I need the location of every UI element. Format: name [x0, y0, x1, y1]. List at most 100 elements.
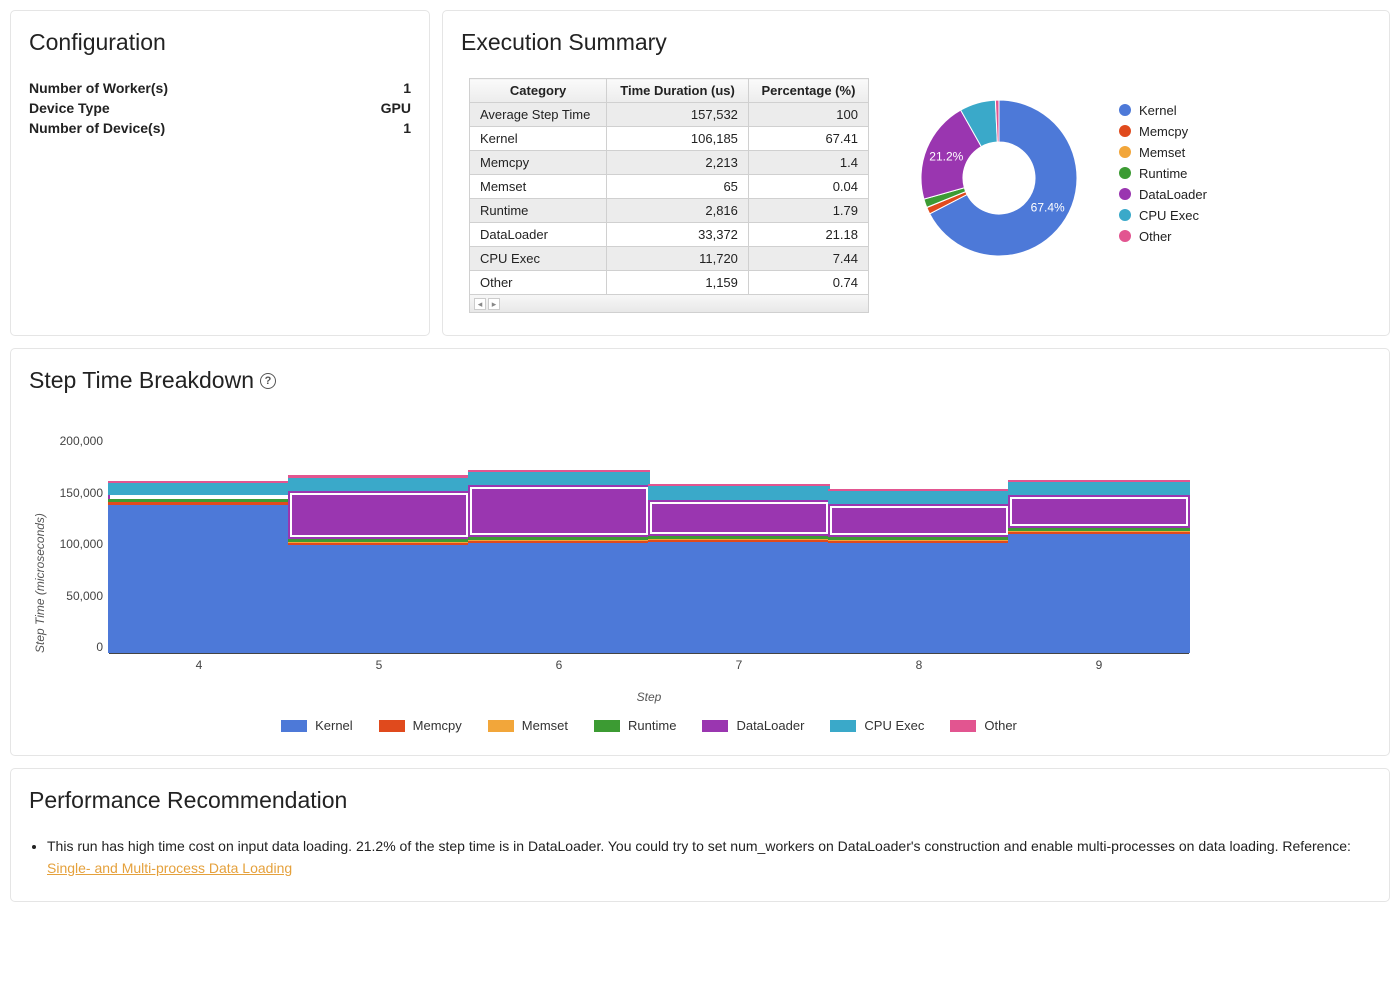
legend-swatch [1119, 188, 1131, 200]
bar-segment-cpu-exec[interactable] [648, 486, 830, 499]
pager-prev-icon[interactable]: ◂ [474, 298, 486, 310]
legend-swatch [1119, 209, 1131, 221]
legend-label: Runtime [1139, 166, 1187, 181]
step-breakdown-title: Step Time Breakdown ? [29, 367, 1371, 394]
step-breakdown-card: Step Time Breakdown ? Step Time (microse… [10, 348, 1390, 756]
legend-label: Memcpy [1139, 124, 1188, 139]
config-row: Number of Device(s) 1 [29, 118, 411, 138]
recommendation-link[interactable]: Single- and Multi-process Data Loading [47, 860, 292, 876]
table-header: Category [470, 79, 607, 103]
config-label: Number of Worker(s) [29, 80, 168, 96]
stacked-bar-chart [109, 434, 1189, 654]
legend-item[interactable]: CPU Exec [1119, 205, 1207, 226]
legend-item[interactable]: Memcpy [1119, 121, 1207, 142]
bar-stack[interactable] [288, 475, 470, 653]
recommendation-title: Performance Recommendation [29, 787, 1371, 814]
help-icon[interactable]: ? [260, 373, 276, 389]
legend-swatch [1119, 146, 1131, 158]
recommendation-item: This run has high time cost on input dat… [47, 836, 1371, 879]
legend-label: Memset [1139, 145, 1185, 160]
legend-label: Other [1139, 229, 1172, 244]
bar-segment-dataloader[interactable] [828, 504, 1010, 537]
bar-segment-kernel[interactable] [1008, 534, 1190, 653]
legend-swatch [379, 720, 405, 732]
bar-segment-kernel[interactable] [288, 545, 470, 653]
legend-label: Kernel [1139, 103, 1177, 118]
bar-segment-kernel[interactable] [648, 542, 830, 653]
legend-item[interactable]: Kernel [281, 718, 353, 733]
bar-segment-cpu-exec[interactable] [828, 491, 1010, 504]
x-axis-ticks: 456789 [109, 654, 1189, 672]
donut-legend: Kernel Memcpy Memset Runtime DataLoader CPU E… [1119, 100, 1207, 247]
bar-stack[interactable] [108, 481, 290, 653]
bar-stack[interactable] [1008, 480, 1190, 653]
config-label: Number of Device(s) [29, 120, 165, 136]
legend-item[interactable]: Other [950, 718, 1017, 733]
table-row: Average Step Time157,532100 [470, 103, 869, 127]
bar-stack[interactable] [828, 489, 1010, 653]
legend-swatch [830, 720, 856, 732]
pager-next-icon[interactable]: ▸ [488, 298, 500, 310]
legend-item[interactable]: Runtime [1119, 163, 1207, 184]
legend-item[interactable]: Memcpy [379, 718, 462, 733]
legend-item[interactable]: Runtime [594, 718, 676, 733]
legend-item[interactable]: Other [1119, 226, 1207, 247]
bar-segment-cpu-exec[interactable] [468, 472, 650, 485]
legend-swatch [702, 720, 728, 732]
legend-item[interactable]: DataLoader [1119, 184, 1207, 205]
config-label: Device Type [29, 100, 110, 116]
bar-segment-cpu-exec[interactable] [1008, 482, 1190, 495]
bar-segment-dataloader[interactable] [468, 485, 650, 537]
execution-summary-card: Execution Summary CategoryTime Duration … [442, 10, 1390, 336]
legend-label: CPU Exec [864, 718, 924, 733]
bar-stack[interactable] [648, 484, 830, 653]
config-row: Device TypeGPU [29, 98, 411, 118]
bar-segment-dataloader[interactable] [1008, 495, 1190, 528]
bar-segment-kernel[interactable] [108, 505, 290, 654]
donut-slice-label: 67.4% [1031, 201, 1065, 215]
table-row: DataLoader33,37221.18 [470, 223, 869, 247]
legend-swatch [950, 720, 976, 732]
legend-label: CPU Exec [1139, 208, 1199, 223]
table-row: Memcpy2,2131.4 [470, 151, 869, 175]
execution-summary-donut: 67.4% 21.2% [899, 78, 1099, 268]
bar-slot [289, 434, 469, 653]
legend-label: DataLoader [736, 718, 804, 733]
legend-item[interactable]: CPU Exec [830, 718, 924, 733]
donut-slice-label: 21.2% [929, 149, 963, 163]
bar-segment-kernel[interactable] [468, 543, 650, 653]
configuration-title: Configuration [29, 29, 411, 56]
config-row: Number of Worker(s) 1 [29, 78, 411, 98]
legend-swatch [1119, 230, 1131, 242]
recommendation-card: Performance Recommendation This run has … [10, 768, 1390, 902]
table-pager: ◂ ▸ [469, 295, 869, 313]
legend-item[interactable]: DataLoader [702, 718, 804, 733]
legend-item[interactable]: Memset [488, 718, 568, 733]
bar-segment-kernel[interactable] [828, 543, 1010, 653]
bar-segment-dataloader[interactable] [288, 491, 470, 539]
legend-item[interactable]: Memset [1119, 142, 1207, 163]
legend-item[interactable]: Kernel [1119, 100, 1207, 121]
bar-segment-cpu-exec[interactable] [108, 483, 290, 495]
x-axis-title: Step [109, 690, 1189, 704]
bar-segment-dataloader[interactable] [648, 500, 830, 536]
legend-swatch [281, 720, 307, 732]
table-header: Time Duration (us) [607, 79, 749, 103]
y-axis-ticks: 200,000150,000100,00050,0000 [47, 434, 109, 654]
config-value: 1 [403, 120, 411, 136]
bar-stack[interactable] [468, 470, 650, 653]
config-value: 1 [403, 80, 411, 96]
legend-swatch [1119, 125, 1131, 137]
configuration-card: Configuration Number of Worker(s) 1 Device… [10, 10, 430, 336]
legend-swatch [1119, 167, 1131, 179]
legend-label: Memset [522, 718, 568, 733]
bar-slot [649, 434, 829, 653]
bar-legend: Kernel Memcpy Memset Runtime DataLoader CPU E… [109, 718, 1189, 733]
execution-summary-table: CategoryTime Duration (us)Percentage (%)… [469, 78, 869, 295]
bar-slot [1009, 434, 1189, 653]
table-row: Kernel106,18567.41 [470, 127, 869, 151]
legend-label: Runtime [628, 718, 676, 733]
table-row: Memset650.04 [470, 175, 869, 199]
bar-segment-cpu-exec[interactable] [288, 478, 470, 491]
legend-label: Other [984, 718, 1017, 733]
